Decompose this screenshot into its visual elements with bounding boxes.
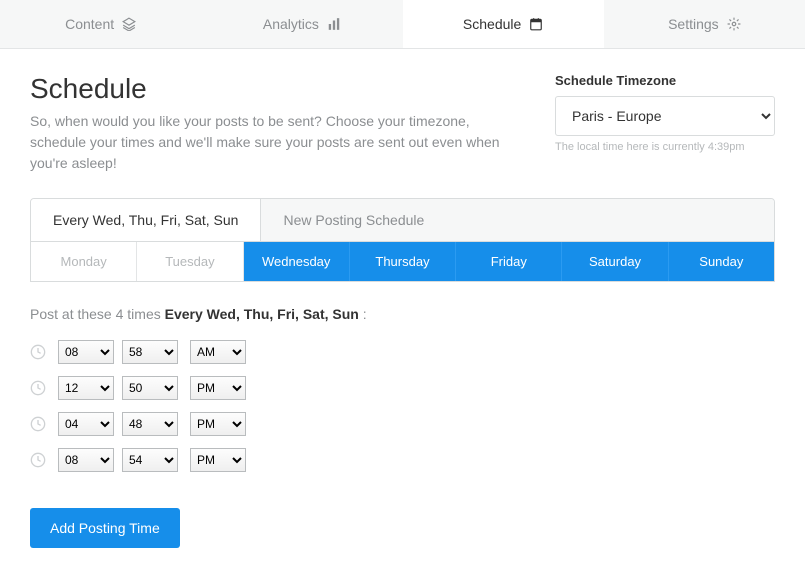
day-selector-row: Monday Tuesday Wednesday Thursday Friday… — [30, 242, 775, 282]
day-thursday[interactable]: Thursday — [350, 242, 456, 281]
time-row: 08 54 PM — [30, 448, 775, 472]
calendar-icon — [529, 17, 543, 31]
add-posting-time-button[interactable]: Add Posting Time — [30, 508, 180, 548]
schedule-tab-current[interactable]: Every Wed, Thu, Fri, Sat, Sun — [31, 199, 261, 241]
day-saturday[interactable]: Saturday — [562, 242, 668, 281]
page-subtitle: So, when would you like your posts to be… — [30, 111, 515, 174]
day-sunday[interactable]: Sunday — [669, 242, 774, 281]
bars-icon — [327, 17, 341, 31]
minute-select[interactable]: 58 — [122, 340, 178, 364]
clock-icon — [30, 380, 46, 396]
tab-analytics[interactable]: Analytics — [201, 0, 402, 48]
day-wednesday[interactable]: Wednesday — [244, 242, 350, 281]
ampm-select[interactable]: AM — [190, 340, 246, 364]
tab-settings[interactable]: Settings — [604, 0, 805, 48]
day-friday[interactable]: Friday — [456, 242, 562, 281]
clock-icon — [30, 416, 46, 432]
hour-select[interactable]: 08 — [58, 448, 114, 472]
hour-select[interactable]: 12 — [58, 376, 114, 400]
tab-label: Content — [65, 16, 114, 32]
timezone-note: The local time here is currently 4:39pm — [555, 141, 775, 153]
ampm-select[interactable]: PM — [190, 412, 246, 436]
tab-label: Analytics — [263, 16, 319, 32]
schedule-tabs: Every Wed, Thu, Fri, Sat, Sun New Postin… — [30, 198, 775, 242]
tab-label: Settings — [668, 16, 719, 32]
hour-select[interactable]: 04 — [58, 412, 114, 436]
layers-icon — [122, 17, 136, 31]
clock-icon — [30, 344, 46, 360]
day-tuesday[interactable]: Tuesday — [137, 242, 243, 281]
ampm-select[interactable]: PM — [190, 376, 246, 400]
page-title: Schedule — [30, 73, 515, 105]
time-row: 12 50 PM — [30, 376, 775, 400]
hour-select[interactable]: 08 — [58, 340, 114, 364]
gear-icon — [727, 17, 741, 31]
ampm-select[interactable]: PM — [190, 448, 246, 472]
page-content: Schedule So, when would you like your po… — [0, 49, 805, 572]
timezone-section: Schedule Timezone Paris - Europe The loc… — [555, 73, 775, 174]
clock-icon — [30, 452, 46, 468]
timezone-select[interactable]: Paris - Europe — [555, 96, 775, 136]
time-rows: 08 58 AM 12 50 PM 04 48 PM 08 54 PM — [30, 340, 775, 472]
minute-select[interactable]: 50 — [122, 376, 178, 400]
post-times-label: Post at these 4 times Every Wed, Thu, Fr… — [30, 306, 775, 322]
nav-tabs: Content Analytics Schedule Settings — [0, 0, 805, 49]
tab-content[interactable]: Content — [0, 0, 201, 48]
tab-schedule[interactable]: Schedule — [403, 0, 604, 48]
time-row: 08 58 AM — [30, 340, 775, 364]
minute-select[interactable]: 48 — [122, 412, 178, 436]
timezone-label: Schedule Timezone — [555, 73, 775, 88]
tab-label: Schedule — [463, 16, 521, 32]
day-monday[interactable]: Monday — [31, 242, 137, 281]
time-row: 04 48 PM — [30, 412, 775, 436]
minute-select[interactable]: 54 — [122, 448, 178, 472]
schedule-tab-new[interactable]: New Posting Schedule — [261, 199, 774, 241]
